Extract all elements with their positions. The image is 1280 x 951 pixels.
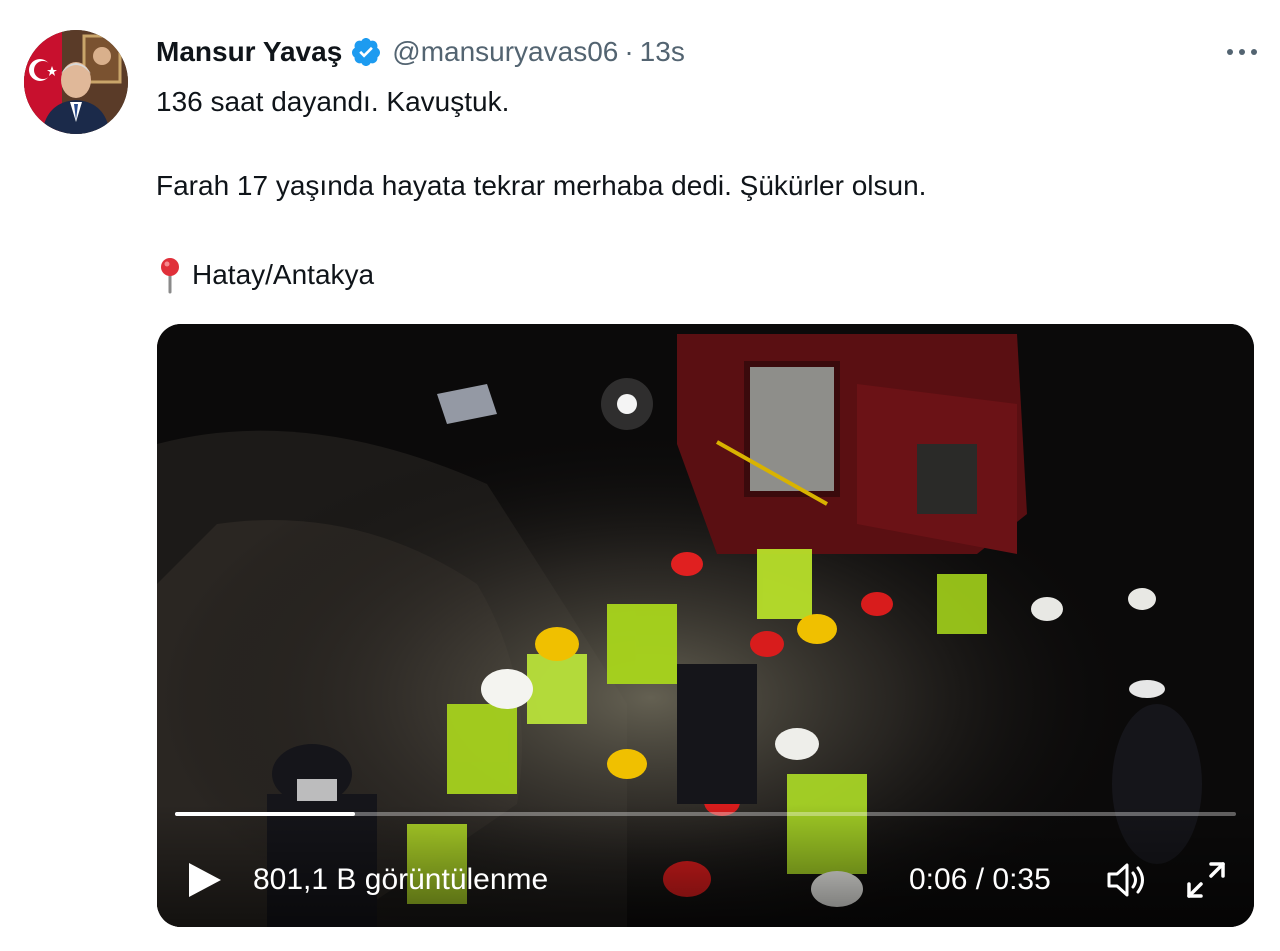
separator-dot: · [624,36,634,67]
video-progress-fill [175,812,356,816]
tweet-location-line: Hatay/Antakya [156,256,374,294]
video-timecode: 0:06 / 0:35 [909,863,1051,896]
verified-badge-icon [352,38,381,66]
video-progress-bar[interactable] [175,812,1236,816]
tweet-text-line-2: Farah 17 yaşında hayata tekrar merhaba d… [156,170,927,201]
video-player[interactable]: 801,1 B görüntülenme 0:06 / 0:35 [157,324,1254,927]
author-name[interactable]: Mansur Yavaş [156,36,342,68]
volume-icon[interactable] [1105,860,1149,900]
avatar[interactable] [24,30,128,134]
fullscreen-icon[interactable] [1185,860,1227,900]
play-icon[interactable] [185,860,225,900]
location-text: Hatay/Antakya [192,259,375,290]
author-handle[interactable]: @mansuryavas06 [392,36,618,68]
round-pushpin-icon [161,258,179,294]
view-count: 801,1 B görüntülenme [253,863,549,896]
video-frame [157,324,1254,927]
tweet-card: Mansur Yavaş @mansuryavas06 · 13s 136 sa… [0,0,1280,951]
tweet-header: Mansur Yavaş @mansuryavas06 · 13s [156,30,685,74]
more-dots-icon [1227,49,1257,55]
tweet-timestamp[interactable]: 13s [640,36,685,68]
more-options-button[interactable] [1222,36,1262,68]
tweet-text-line-1: 136 saat dayandı. Kavuştuk. [156,86,510,117]
